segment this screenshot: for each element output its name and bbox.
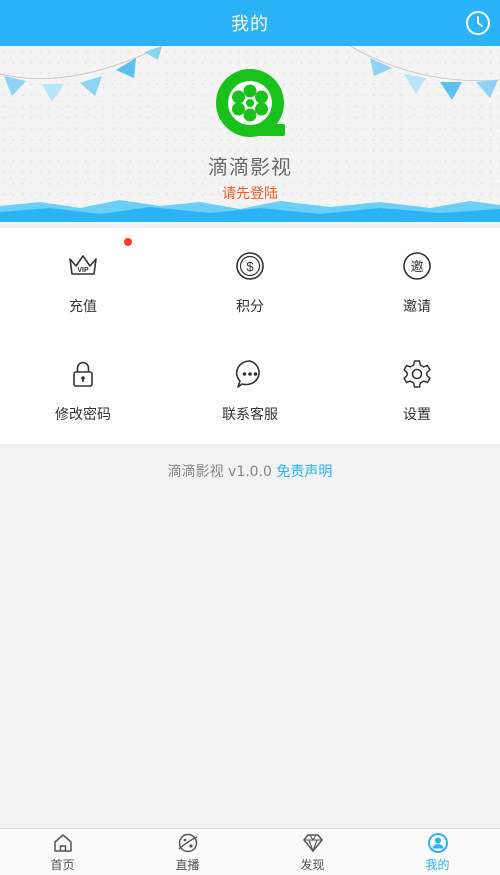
home-icon: [53, 834, 72, 852]
menu-item-invite[interactable]: 邀 邀请: [334, 228, 500, 336]
menu-item-label: 积分: [236, 299, 264, 315]
vip-crown-icon: VIP: [69, 255, 97, 275]
notification-dot: [124, 238, 132, 246]
chat-bubble-icon: [235, 360, 260, 388]
diamond-icon: [302, 834, 323, 853]
profile-header: 滴滴影视 请先登陆: [0, 46, 500, 222]
bunting-left-decoration: [0, 46, 163, 102]
app-name: 滴滴影视: [208, 155, 292, 179]
tab-home[interactable]: 首页: [0, 829, 125, 875]
menu-item-points[interactable]: $ 积分: [167, 228, 333, 336]
svg-text:$: $: [246, 259, 254, 274]
tab-mine[interactable]: 我的: [375, 829, 500, 875]
clock-icon[interactable]: [464, 9, 492, 37]
menu-item-customer-service[interactable]: 联系客服: [167, 336, 333, 444]
svg-text:邀: 邀: [410, 260, 423, 275]
gear-icon: [403, 360, 431, 388]
tab-label: 首页: [50, 858, 75, 872]
bottom-tab-bar: 首页 直播 发现 我的: [0, 828, 500, 875]
live-planet-icon: [178, 833, 197, 853]
bunting-right-decoration: [349, 46, 500, 100]
svg-text:VIP: VIP: [77, 267, 89, 274]
lock-icon: [73, 361, 93, 387]
menu-item-label: 设置: [403, 407, 431, 423]
user-icon: [427, 833, 448, 853]
film-reel-logo-icon: [216, 69, 285, 137]
menu-item-settings[interactable]: 设置: [334, 336, 500, 444]
version-info: 滴滴影视 v1.0.0 免责声明: [0, 461, 500, 481]
tab-label: 直播: [175, 858, 200, 872]
menu-item-change-password[interactable]: 修改密码: [0, 336, 166, 444]
invite-icon: 邀: [403, 252, 431, 280]
menu-item-label: 充值: [69, 299, 97, 315]
tab-live[interactable]: 直播: [125, 829, 250, 875]
version-text: 滴滴影视 v1.0.0: [167, 464, 272, 480]
menu-item-label: 邀请: [403, 299, 431, 315]
tab-label: 我的: [425, 858, 450, 872]
disclaimer-link[interactable]: 免责声明: [276, 464, 332, 480]
page-title: 我的: [231, 14, 269, 35]
menu-item-label: 联系客服: [222, 407, 278, 423]
tab-label: 发现: [300, 858, 325, 872]
menu-item-recharge[interactable]: VIP 充值: [0, 228, 166, 336]
wave-decoration: [0, 200, 500, 222]
menu-grid: VIP 充值 $ 积分 邀 邀请 修改密码 联系客服 设置: [0, 228, 500, 444]
menu-item-label: 修改密码: [55, 407, 111, 423]
tab-discover[interactable]: 发现: [250, 829, 375, 875]
coin-icon: $: [236, 252, 264, 280]
top-bar: 我的: [0, 0, 500, 46]
